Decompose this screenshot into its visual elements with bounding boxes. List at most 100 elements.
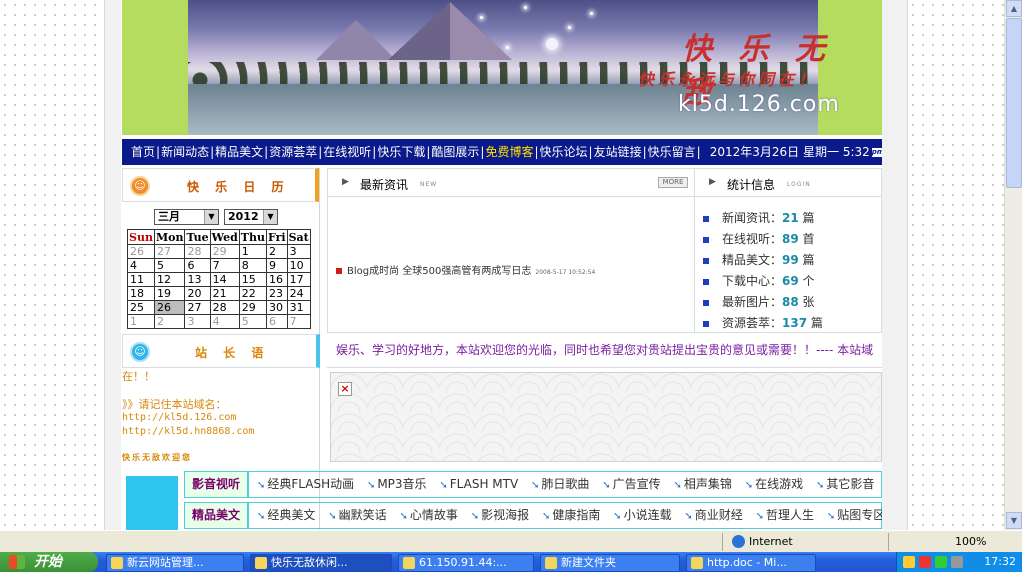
admin-url-1[interactable]: http://kl5d.126.com	[122, 412, 320, 423]
calendar-day-today[interactable]: 26	[153, 300, 186, 315]
category-link[interactable]: 健康指南	[552, 508, 600, 522]
category-link[interactable]: 商业财经	[695, 508, 743, 522]
calendar-day[interactable]: 27	[184, 300, 211, 315]
calendar-day[interactable]: 1	[127, 314, 155, 329]
calendar-day[interactable]: 7	[209, 258, 240, 273]
scroll-down-icon[interactable]: ▼	[1006, 512, 1022, 529]
news-item[interactable]: Blog成时尚 全球500强高管有两成写日志 2008-5-17 10:52:54	[336, 262, 595, 277]
nav-item-resources[interactable]: 资源荟萃	[269, 139, 317, 165]
news-item-title[interactable]: Blog成时尚 全球500强高管有两成写日志	[347, 266, 531, 277]
nav-item-guestbook[interactable]: 快乐留言	[648, 139, 696, 165]
calendar-day[interactable]: 25	[127, 300, 155, 315]
calendar-day[interactable]: 16	[265, 272, 288, 287]
category-link[interactable]: 在线游戏	[755, 477, 803, 491]
calendar-day[interactable]: 4	[209, 314, 240, 329]
taskbar-window[interactable]: 新云网站管理...	[106, 554, 244, 572]
category-link[interactable]: MP3音乐	[377, 477, 426, 491]
calendar-day[interactable]: 24	[286, 286, 311, 301]
category-link[interactable]: 肺日歌曲	[541, 477, 589, 491]
calendar-day[interactable]: 30	[265, 300, 288, 315]
calendar-day[interactable]: 6	[265, 314, 288, 329]
nav-item-home[interactable]: 首页	[131, 139, 155, 165]
tray-icon[interactable]	[951, 556, 963, 568]
tray-icon[interactable]	[935, 556, 947, 568]
calendar-day[interactable]: 3	[184, 314, 211, 329]
calendar-day[interactable]: 9	[265, 258, 288, 273]
category-link[interactable]: 广告宣传	[613, 477, 661, 491]
taskbar-window[interactable]: 61.150.91.44:...	[398, 554, 534, 572]
calendar-day[interactable]: 20	[184, 286, 211, 301]
taskbar-window[interactable]: 新建文件夹	[540, 554, 680, 572]
calendar-day[interactable]: 27	[153, 244, 186, 259]
category-link[interactable]: 幽默笑话	[339, 508, 387, 522]
calendar-day[interactable]: 4	[127, 258, 155, 273]
tray-icon[interactable]	[919, 556, 931, 568]
calendar-day[interactable]: 14	[209, 272, 240, 287]
calendar-day[interactable]: 22	[238, 286, 267, 301]
nav-item-links[interactable]: 友站链接	[594, 139, 642, 165]
calendar-day[interactable]: 10	[286, 258, 311, 273]
scroll-up-icon[interactable]: ▲	[1006, 0, 1022, 17]
calendar-day[interactable]: 5	[238, 314, 267, 329]
calendar-day[interactable]: 19	[153, 286, 186, 301]
category-link[interactable]: 经典FLASH动画	[267, 477, 354, 491]
nav-item-news[interactable]: 新闻动态	[161, 139, 209, 165]
category-link[interactable]: FLASH MTV	[450, 477, 518, 491]
latest-news-title-en: NEW	[420, 181, 438, 188]
year-select[interactable]: 2012 ▼	[224, 209, 278, 225]
calendar-day[interactable]: 31	[286, 300, 311, 315]
category-link[interactable]: 影视海报	[481, 508, 529, 522]
calendar-day[interactable]: 12	[153, 272, 186, 287]
nav-item-blog[interactable]: 免费博客	[485, 139, 533, 165]
calendar-day[interactable]: 3	[286, 244, 311, 259]
nav-item-download[interactable]: 快乐下载	[377, 139, 425, 165]
calendar-day[interactable]: 21	[209, 286, 240, 301]
nav-item-media[interactable]: 在线视听	[323, 139, 371, 165]
stat-row: 资源荟萃：137 篇	[703, 314, 823, 331]
category-link[interactable]: 其它影音	[826, 477, 874, 491]
zoom-level[interactable]: 100%	[955, 535, 986, 548]
calendar-day[interactable]: 8	[238, 258, 267, 273]
category-link[interactable]: 哲理人生	[766, 508, 814, 522]
calendar-day[interactable]: 13	[184, 272, 211, 287]
flash-placeholder: ×	[330, 372, 882, 462]
calendar-day[interactable]: 5	[153, 258, 186, 273]
calendar-day[interactable]: 6	[184, 258, 211, 273]
category-link[interactable]: 相声集锦	[684, 477, 732, 491]
calendar-day[interactable]: 28	[209, 300, 240, 315]
folder-icon	[545, 557, 557, 569]
calendar-day[interactable]: 26	[127, 244, 155, 259]
calendar-day[interactable]: 29	[209, 244, 240, 259]
calendar-day[interactable]: 23	[265, 286, 288, 301]
taskbar-window-active[interactable]: 快乐无敌休闲...	[250, 554, 392, 572]
calendar-day[interactable]: 7	[286, 314, 311, 329]
nav-item-forum[interactable]: 快乐论坛	[540, 139, 588, 165]
calendar-day[interactable]: 28	[184, 244, 211, 259]
start-button[interactable]: 开始	[0, 552, 98, 572]
calendar-day[interactable]: 29	[238, 300, 267, 315]
more-button[interactable]: MORE	[658, 177, 688, 188]
category-link[interactable]: 贴图专区	[837, 508, 882, 522]
vertical-scrollbar[interactable]: ▲ ▼	[1004, 0, 1022, 530]
calendar-day[interactable]: 11	[127, 272, 155, 287]
category-link[interactable]: 心情故事	[410, 508, 458, 522]
tray-icon[interactable]	[903, 556, 915, 568]
category-label[interactable]: 影音视听	[185, 472, 249, 497]
category-link[interactable]: 经典美文	[267, 508, 315, 522]
nav-item-gallery[interactable]: 酷图展示	[431, 139, 479, 165]
bullet-icon	[703, 278, 709, 285]
calendar-day[interactable]: 18	[127, 286, 155, 301]
calendar-day[interactable]: 1	[238, 244, 267, 259]
browser-status-bar: Internet 100%	[0, 530, 1022, 552]
category-label[interactable]: 精品美文	[185, 503, 249, 528]
calendar-day[interactable]: 2	[265, 244, 288, 259]
scrollbar-thumb[interactable]	[1006, 18, 1022, 188]
month-select[interactable]: 三月 ▼	[154, 209, 219, 225]
calendar-day[interactable]: 2	[153, 314, 186, 329]
admin-url-2[interactable]: http://kl5d.hn8868.com	[122, 426, 320, 437]
nav-item-articles[interactable]: 精品美文	[215, 139, 263, 165]
category-link[interactable]: 小说连载	[624, 508, 672, 522]
calendar-day[interactable]: 17	[286, 272, 311, 287]
calendar-day[interactable]: 15	[238, 272, 267, 287]
taskbar-window[interactable]: http.doc - Mi...	[686, 554, 816, 572]
